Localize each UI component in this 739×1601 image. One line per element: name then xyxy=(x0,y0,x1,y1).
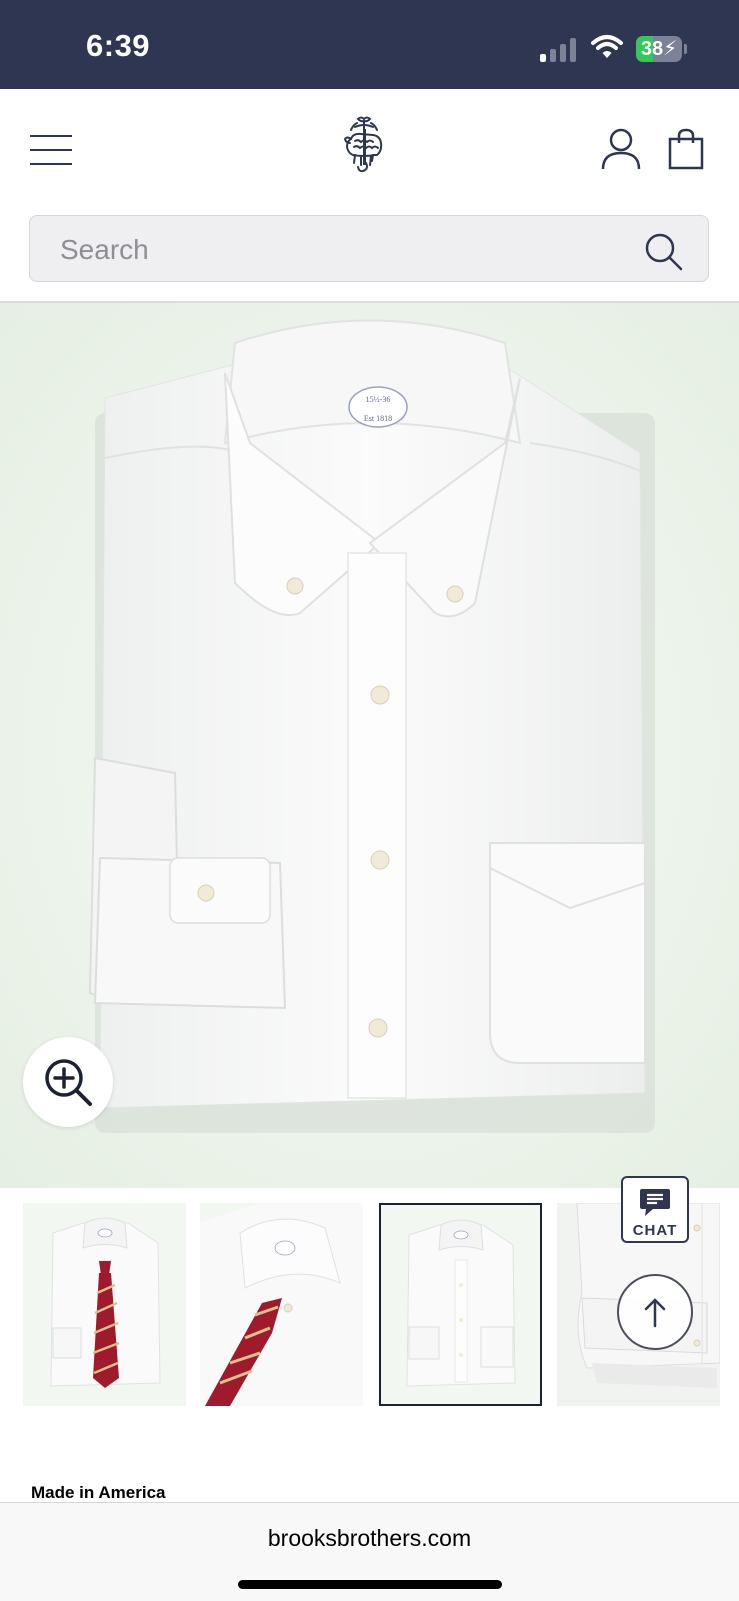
zoom-button[interactable] xyxy=(23,1037,113,1127)
origin-label: Made in America xyxy=(31,1483,166,1502)
collar-label-line-1: 15½-36 xyxy=(366,395,391,404)
back-to-top-button[interactable] xyxy=(617,1274,693,1350)
search-icon[interactable] xyxy=(644,232,684,272)
browser-url-bar[interactable]: brooksbrothers.com xyxy=(0,1502,739,1601)
shirt-with-tie-thumbnail xyxy=(23,1203,186,1406)
status-time: 6:39 xyxy=(86,28,151,63)
thumbnail-2[interactable] xyxy=(200,1203,363,1406)
thumbnail-1[interactable] xyxy=(23,1203,186,1406)
white-shirt-illustration: 15½-36 Est 1818 xyxy=(0,303,739,1188)
chat-bubble-icon xyxy=(640,1189,670,1216)
collar-label-line-2: Est 1818 xyxy=(364,414,392,423)
cellular-signal-icon xyxy=(540,36,578,62)
site-header xyxy=(0,89,739,303)
hamburger-menu-icon[interactable] xyxy=(28,133,76,167)
search-bar[interactable] xyxy=(29,215,709,282)
url-text[interactable]: brooksbrothers.com xyxy=(0,1525,739,1552)
collar-closeup-thumbnail xyxy=(200,1203,363,1406)
battery-tip xyxy=(684,44,687,54)
chat-label: CHAT xyxy=(632,1222,678,1239)
battery-percent: 38 xyxy=(640,38,664,60)
zoom-in-icon xyxy=(45,1059,92,1106)
wifi-icon xyxy=(591,35,623,58)
arrow-up-icon xyxy=(644,1298,666,1328)
account-icon[interactable] xyxy=(601,128,641,170)
battery-icon: 38⚡ xyxy=(636,36,682,62)
status-bar: 6:39 38⚡ xyxy=(0,0,739,89)
brooks-brothers-logo[interactable] xyxy=(333,115,397,179)
thumbnail-3-selected[interactable] xyxy=(379,1203,542,1406)
product-main-image[interactable]: 15½-36 Est 1818 xyxy=(0,303,739,1188)
charging-bolt-icon: ⚡ xyxy=(663,38,678,60)
shopping-bag-icon[interactable] xyxy=(668,128,704,170)
chat-button[interactable]: CHAT xyxy=(621,1176,689,1243)
search-input[interactable] xyxy=(58,228,622,272)
shirt-folded-thumbnail xyxy=(381,1205,540,1404)
home-indicator[interactable] xyxy=(238,1580,502,1589)
